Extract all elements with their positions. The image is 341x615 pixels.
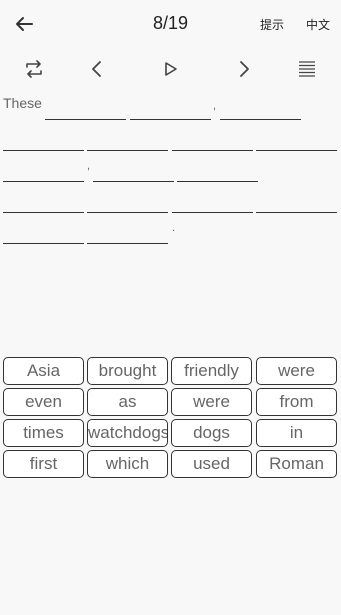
word-chip[interactable]: in [256, 419, 337, 447]
word-chip[interactable]: dogs [171, 419, 252, 447]
answer-blank[interactable] [3, 181, 84, 182]
repeat-icon[interactable] [19, 54, 49, 84]
language-toggle-button[interactable]: 中文 [306, 16, 330, 33]
word-chip[interactable]: watchdogs [87, 419, 168, 447]
answer-blank[interactable] [130, 119, 211, 120]
header-bar: 8/19 提示 中文 [0, 0, 341, 48]
answer-blank[interactable] [256, 212, 337, 213]
chevron-right-icon[interactable] [229, 54, 259, 84]
playback-toolbar [0, 54, 341, 84]
answer-blank[interactable] [177, 181, 258, 182]
answer-blank[interactable] [3, 212, 84, 213]
punctuation-mark: , [213, 100, 217, 112]
word-chip[interactable]: even [3, 388, 84, 416]
answer-blank[interactable] [172, 212, 253, 213]
answer-blank[interactable] [45, 119, 126, 120]
answer-blank[interactable] [93, 181, 174, 182]
answer-blank[interactable] [220, 119, 301, 120]
answer-blank[interactable] [3, 150, 84, 151]
word-chip[interactable]: Roman [256, 450, 337, 478]
punctuation-mark: . [172, 222, 176, 234]
hint-button[interactable]: 提示 [260, 16, 284, 33]
word-chip[interactable]: times [3, 419, 84, 447]
answer-blank[interactable] [172, 150, 253, 151]
word-chip[interactable]: brought [87, 357, 168, 385]
chevron-left-icon[interactable] [82, 54, 112, 84]
word-chip[interactable]: friendly [171, 357, 252, 385]
word-chip[interactable]: which [87, 450, 168, 478]
progress-counter: 8/19 [152, 13, 189, 33]
word-chip[interactable]: as [87, 388, 168, 416]
list-icon[interactable] [292, 54, 322, 84]
word-chip[interactable]: first [3, 450, 84, 478]
word-chip[interactable]: Asia [3, 357, 84, 385]
word-chip[interactable]: used [171, 450, 252, 478]
word-chip[interactable]: were [256, 357, 337, 385]
word-chip[interactable]: were [171, 388, 252, 416]
answer-blank[interactable] [3, 243, 84, 244]
punctuation-mark: , [87, 160, 91, 172]
word-chip[interactable]: from [256, 388, 337, 416]
answer-blank[interactable] [87, 243, 168, 244]
play-icon[interactable] [156, 54, 186, 84]
answer-blank[interactable] [87, 212, 168, 213]
sentence-first-word: These [3, 95, 42, 111]
answer-blank[interactable] [87, 150, 168, 151]
answer-blank[interactable] [256, 150, 337, 151]
sentence-area: These , , . [0, 90, 341, 250]
